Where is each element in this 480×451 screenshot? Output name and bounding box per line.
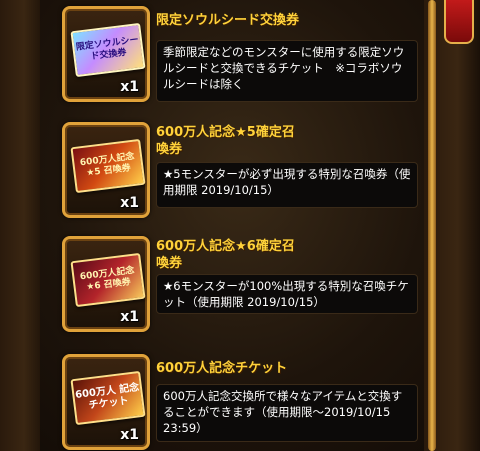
item-quantity: x1 bbox=[120, 79, 139, 95]
item-title: 限定ソウルシード交換券 bbox=[156, 13, 300, 28]
item-description: ★6モンスターが100%出現する特別な召喚チケット（使用期限 2019/10/1… bbox=[156, 274, 418, 314]
item-description: ★5モンスターが必ず出現する特別な召喚券（使用期限 2019/10/15） bbox=[156, 162, 418, 208]
panel-left-edge bbox=[0, 0, 40, 451]
scrollbar-thumb[interactable] bbox=[444, 0, 474, 44]
item-list-panel: 限定ソウルシード交換券 x1 限定ソウルシード交換券 季節限定などのモンスターに… bbox=[0, 0, 480, 451]
item-quantity: x1 bbox=[120, 195, 139, 211]
item-thumbnail: 限定ソウルシード交換券 x1 bbox=[62, 6, 150, 102]
star5-summon-ticket-icon: 600万人記念 ★5 召喚券 bbox=[70, 138, 146, 194]
item-title: 600万人記念チケット bbox=[156, 361, 288, 376]
6m-commemorative-ticket-icon: 600万人 記念チケット bbox=[70, 370, 146, 426]
item-quantity: x1 bbox=[120, 309, 139, 325]
item-title: 600万人記念★5確定召喚券 bbox=[156, 125, 295, 157]
item-title: 600万人記念★6確定召喚券 bbox=[156, 239, 295, 271]
list-item[interactable]: 限定ソウルシード交換券 x1 限定ソウルシード交換券 季節限定などのモンスターに… bbox=[52, 0, 424, 108]
list-item[interactable]: 600万人記念 ★5 召喚券 x1 600万人記念★5確定召喚券 ★5モンスター… bbox=[52, 116, 424, 224]
item-description: 季節限定などのモンスターに使用する限定ソウルシードと交換できるチケット ※コラボ… bbox=[156, 40, 418, 102]
item-quantity: x1 bbox=[120, 427, 139, 443]
star6-summon-ticket-icon: 600万人記念 ★6 召喚券 bbox=[70, 252, 146, 308]
item-description: 600万人記念交換所で様々なアイテムと交換することができます（使用期限〜2019… bbox=[156, 384, 418, 442]
list-item[interactable]: 600万人記念 ★6 召喚券 x1 600万人記念★6確定召喚券 ★6モンスター… bbox=[52, 230, 424, 338]
item-thumbnail: 600万人 記念チケット x1 bbox=[62, 354, 150, 450]
item-thumbnail: 600万人記念 ★6 召喚券 x1 bbox=[62, 236, 150, 332]
item-thumbnail: 600万人記念 ★5 召喚券 x1 bbox=[62, 122, 150, 218]
scrollbar-track[interactable] bbox=[428, 0, 436, 451]
limited-soul-seed-ticket-icon: 限定ソウルシード交換券 bbox=[70, 22, 146, 78]
list-item[interactable]: 600万人 記念チケット x1 600万人記念チケット 600万人記念交換所で様… bbox=[52, 348, 424, 451]
